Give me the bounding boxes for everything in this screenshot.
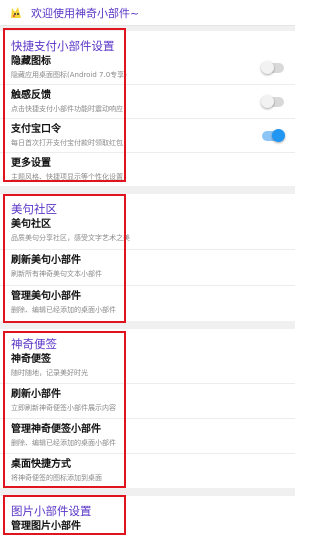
haptic-feedback-toggle[interactable]	[261, 95, 284, 108]
section-title: 快捷支付小部件设置	[11, 39, 115, 53]
item-refresh-widget[interactable]: 刷新小部件 立即刷新神奇便签小部件展示内容	[0, 384, 295, 418]
setting-haptic-feedback[interactable]: 触感反馈 点击快捷支付小部件功能时震动响应	[0, 85, 295, 118]
item-desc: 品质美句分享社区，感受文字艺术之美	[11, 234, 130, 242]
item-manage-quotes-widget[interactable]: 管理美句小部件 删除、编辑已经添加的桌面小部件	[0, 286, 295, 321]
setting-desc: 主题风格、快捷项显示等个性化设置	[11, 173, 123, 181]
section-quick-pay: 快捷支付小部件设置 隐藏图标 隐藏应用桌面图标(Android 7.0专享) 触…	[0, 31, 295, 186]
item-label: 美句社区	[11, 219, 51, 230]
item-desc: 随时随地，记录美好时光	[11, 369, 88, 377]
item-desc: 将神奇便签的图标添加到桌面	[11, 474, 102, 482]
section-title: 美句社区	[11, 202, 57, 216]
item-label: 管理美句小部件	[11, 291, 81, 302]
item-manage-notes-widget[interactable]: 管理神奇便签小部件 删除、编辑已经添加的桌面小部件	[0, 419, 295, 453]
item-quotes-community[interactable]: 美句社区 品质美句分享社区，感受文字艺术之美	[0, 214, 295, 249]
setting-label: 支付宝口令	[11, 124, 61, 135]
item-desc: 刷新所有神奇美句文本小部件	[11, 270, 102, 278]
item-desktop-shortcut[interactable]: 桌面快捷方式 将神奇便签的图标添加到桌面	[0, 454, 295, 488]
item-label: 神奇便签	[11, 354, 51, 365]
item-label: 刷新美句小部件	[11, 255, 81, 266]
yellow-mascot-icon	[11, 6, 21, 18]
item-desc: 删除、编辑已经添加的桌面小部件	[11, 439, 116, 447]
setting-alipay-code[interactable]: 支付宝口令 每日首次打开支付宝付款时领取红包	[0, 119, 295, 152]
alipay-code-toggle[interactable]	[262, 129, 285, 142]
item-manage-image-widget[interactable]: 管理图片小部件	[0, 516, 295, 536]
item-refresh-quotes-widget[interactable]: 刷新美句小部件 刷新所有神奇美句文本小部件	[0, 250, 295, 285]
setting-label: 隐藏图标	[11, 56, 51, 67]
section-magic-notes: 神奇便签 神奇便签 随时随地，记录美好时光 刷新小部件 立即刷新神奇便签小部件展…	[0, 329, 295, 488]
item-desc: 删除、编辑已经添加的桌面小部件	[11, 306, 116, 314]
item-desc: 立即刷新神奇便签小部件展示内容	[11, 404, 116, 412]
setting-more-settings[interactable]: 更多设置 主题风格、快捷项显示等个性化设置	[0, 153, 295, 186]
setting-desc: 点击快捷支付小部件功能时震动响应	[11, 105, 123, 113]
welcome-text: 欢迎使用神奇小部件~	[31, 6, 140, 20]
hide-icon-toggle[interactable]	[261, 61, 284, 74]
item-label: 桌面快捷方式	[11, 459, 71, 470]
section-title: 图片小部件设置	[11, 504, 92, 518]
setting-desc: 每日首次打开支付宝付款时领取红包	[11, 139, 123, 147]
app-header: 欢迎使用神奇小部件~	[0, 0, 295, 26]
setting-label: 更多设置	[11, 158, 51, 169]
item-label: 管理图片小部件	[11, 521, 81, 532]
item-magic-notes[interactable]: 神奇便签 随时随地，记录美好时光	[0, 349, 295, 383]
item-label: 管理神奇便签小部件	[11, 424, 101, 435]
setting-hide-icon[interactable]: 隐藏图标 隐藏应用桌面图标(Android 7.0专享)	[0, 51, 295, 84]
section-quotes-community: 美句社区 美句社区 品质美句分享社区，感受文字艺术之美 刷新美句小部件 刷新所有…	[0, 194, 295, 321]
section-gap	[0, 186, 295, 194]
item-label: 刷新小部件	[11, 389, 61, 400]
setting-desc: 隐藏应用桌面图标(Android 7.0专享)	[11, 71, 127, 79]
section-gap	[0, 321, 295, 329]
section-image-widget: 图片小部件设置 管理图片小部件	[0, 496, 295, 536]
section-title: 神奇便签	[11, 337, 57, 351]
setting-label: 触感反馈	[11, 90, 51, 101]
section-gap	[0, 488, 295, 496]
